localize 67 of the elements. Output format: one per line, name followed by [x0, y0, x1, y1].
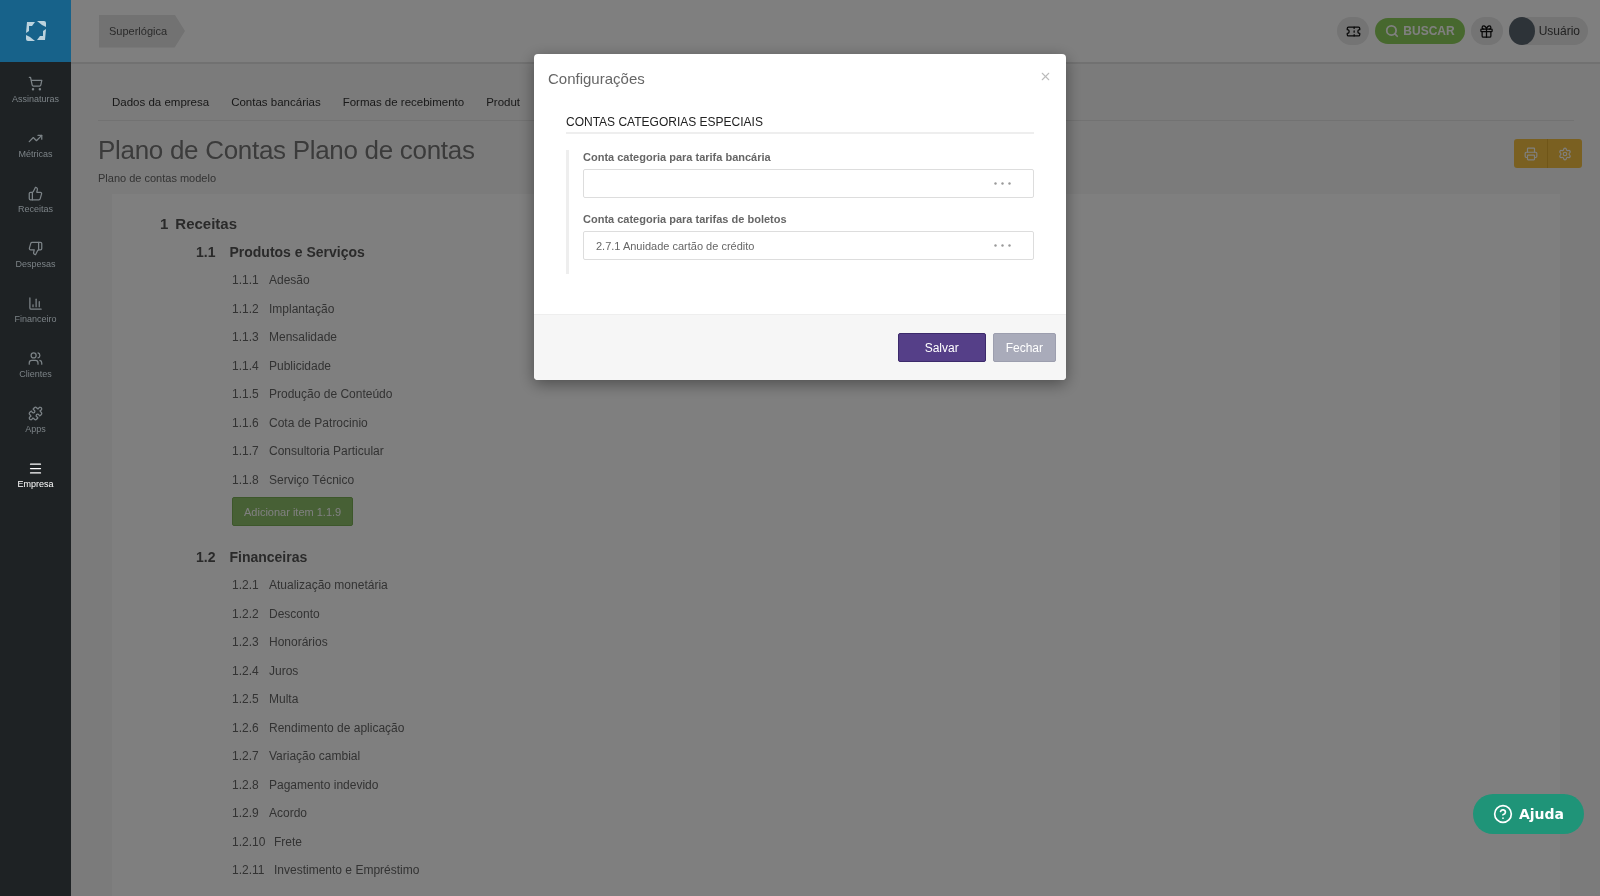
select-field[interactable] — [583, 169, 1034, 198]
account-subgroup: 1.2 Financeiras — [196, 548, 308, 565]
thumbs-up-icon — [28, 185, 43, 201]
section-heading: CONTAS CATEGORIAS ESPECIAIS — [566, 115, 1034, 134]
tab[interactable]: Produt — [486, 96, 520, 108]
save-button[interactable]: Salvar — [897, 333, 986, 362]
gift-button[interactable] — [1470, 17, 1503, 45]
ticket-button[interactable] — [1337, 17, 1370, 45]
settings-button[interactable] — [1548, 139, 1582, 168]
page-title: Plano de Contas Plano de contas — [98, 135, 475, 166]
account-item: 1.2.10 Frete — [232, 834, 302, 849]
field-label: Conta categoria para tarifas de boletos — [583, 213, 788, 225]
menu-icon — [28, 460, 43, 476]
account-item: 1.2.11 Investimento e Empréstimo — [232, 863, 420, 878]
sidebar-item[interactable]: Apps — [0, 392, 71, 447]
puzzle-icon — [28, 405, 43, 421]
account-item: 1.2.9 Acordo — [232, 806, 308, 821]
account-item: 1.1.2 Implantação — [232, 301, 335, 316]
sidebar-item[interactable]: Assinaturas — [0, 62, 71, 117]
sidebar-item[interactable]: Clientes — [0, 337, 71, 392]
tab[interactable]: Formas de recebimento — [342, 96, 465, 108]
account-item: 1.2.6 Rendimento de aplicação — [232, 720, 405, 735]
sidebar-item[interactable]: Receitas — [0, 172, 71, 227]
account-item: 1.2.8 Pagamento indevido — [232, 777, 379, 792]
account-item: 1.2.2 Desconto — [232, 606, 320, 621]
settings-icon — [1558, 146, 1572, 161]
sidebar-item[interactable]: Financeiro — [0, 282, 71, 337]
tab[interactable]: Contas bancárias — [231, 96, 321, 108]
account-group: 1 Receitas — [160, 215, 238, 232]
cart-icon — [28, 75, 43, 91]
account-item: 1.2.4 Juros — [232, 663, 299, 678]
page-subtitle: Plano de contas modelo — [98, 172, 218, 184]
ellipsis-icon — [994, 244, 1011, 247]
gift-icon — [1479, 23, 1495, 39]
close-dialog-button[interactable]: Fechar — [992, 333, 1056, 362]
field-label: Conta categoria para tarifa bancária — [583, 151, 772, 163]
account-item: 1.1.3 Mensalidade — [232, 330, 338, 345]
sidebar-item[interactable]: Empresa — [0, 447, 71, 502]
account-item: 1.1.1 Adesão — [232, 273, 310, 288]
help-icon — [1492, 804, 1513, 824]
account-item: 1.1.5 Produção de Conteúdo — [232, 387, 393, 402]
dialog-title: Configurações — [548, 70, 645, 87]
account-item: 1.2.3 Honorários — [232, 635, 328, 650]
thumbs-down-icon — [28, 240, 43, 256]
account-item: 1.2.1 Atualização monetária — [232, 578, 388, 593]
bar-chart-icon — [28, 295, 43, 311]
print-button[interactable] — [1514, 139, 1548, 168]
help-button[interactable]: Ajuda — [1472, 794, 1584, 834]
account-item: 1.1.4 Publicidade — [232, 358, 332, 373]
search-icon — [1385, 24, 1400, 38]
printer-icon — [1523, 146, 1538, 161]
select-field[interactable]: 2.7.1 Anuidade cartão de crédito — [583, 231, 1034, 260]
breadcrumb[interactable]: Superlógica — [99, 14, 185, 48]
account-subgroup: 1.1 Produtos e Serviços — [196, 243, 365, 260]
avatar-icon — [1508, 17, 1535, 45]
account-item: 1.1.8 Serviço Técnico — [232, 472, 355, 487]
account-item: 1.2.5 Multa — [232, 692, 299, 707]
ellipsis-icon — [994, 182, 1011, 185]
sidebar-item[interactable]: Despesas — [0, 227, 71, 282]
account-item: 1.2.7 Variação cambial — [232, 749, 361, 764]
account-item: 1.1.7 Consultoria Particular — [232, 444, 384, 459]
people-icon — [28, 350, 43, 366]
sidebar-item[interactable]: Métricas — [0, 117, 71, 172]
user-menu[interactable]: Usuário — [1508, 17, 1588, 45]
ticket-icon — [1345, 23, 1361, 39]
account-item: 1.1.6 Cota de Patrocinio — [232, 415, 368, 430]
tab[interactable]: Dados da empresa — [112, 96, 210, 108]
